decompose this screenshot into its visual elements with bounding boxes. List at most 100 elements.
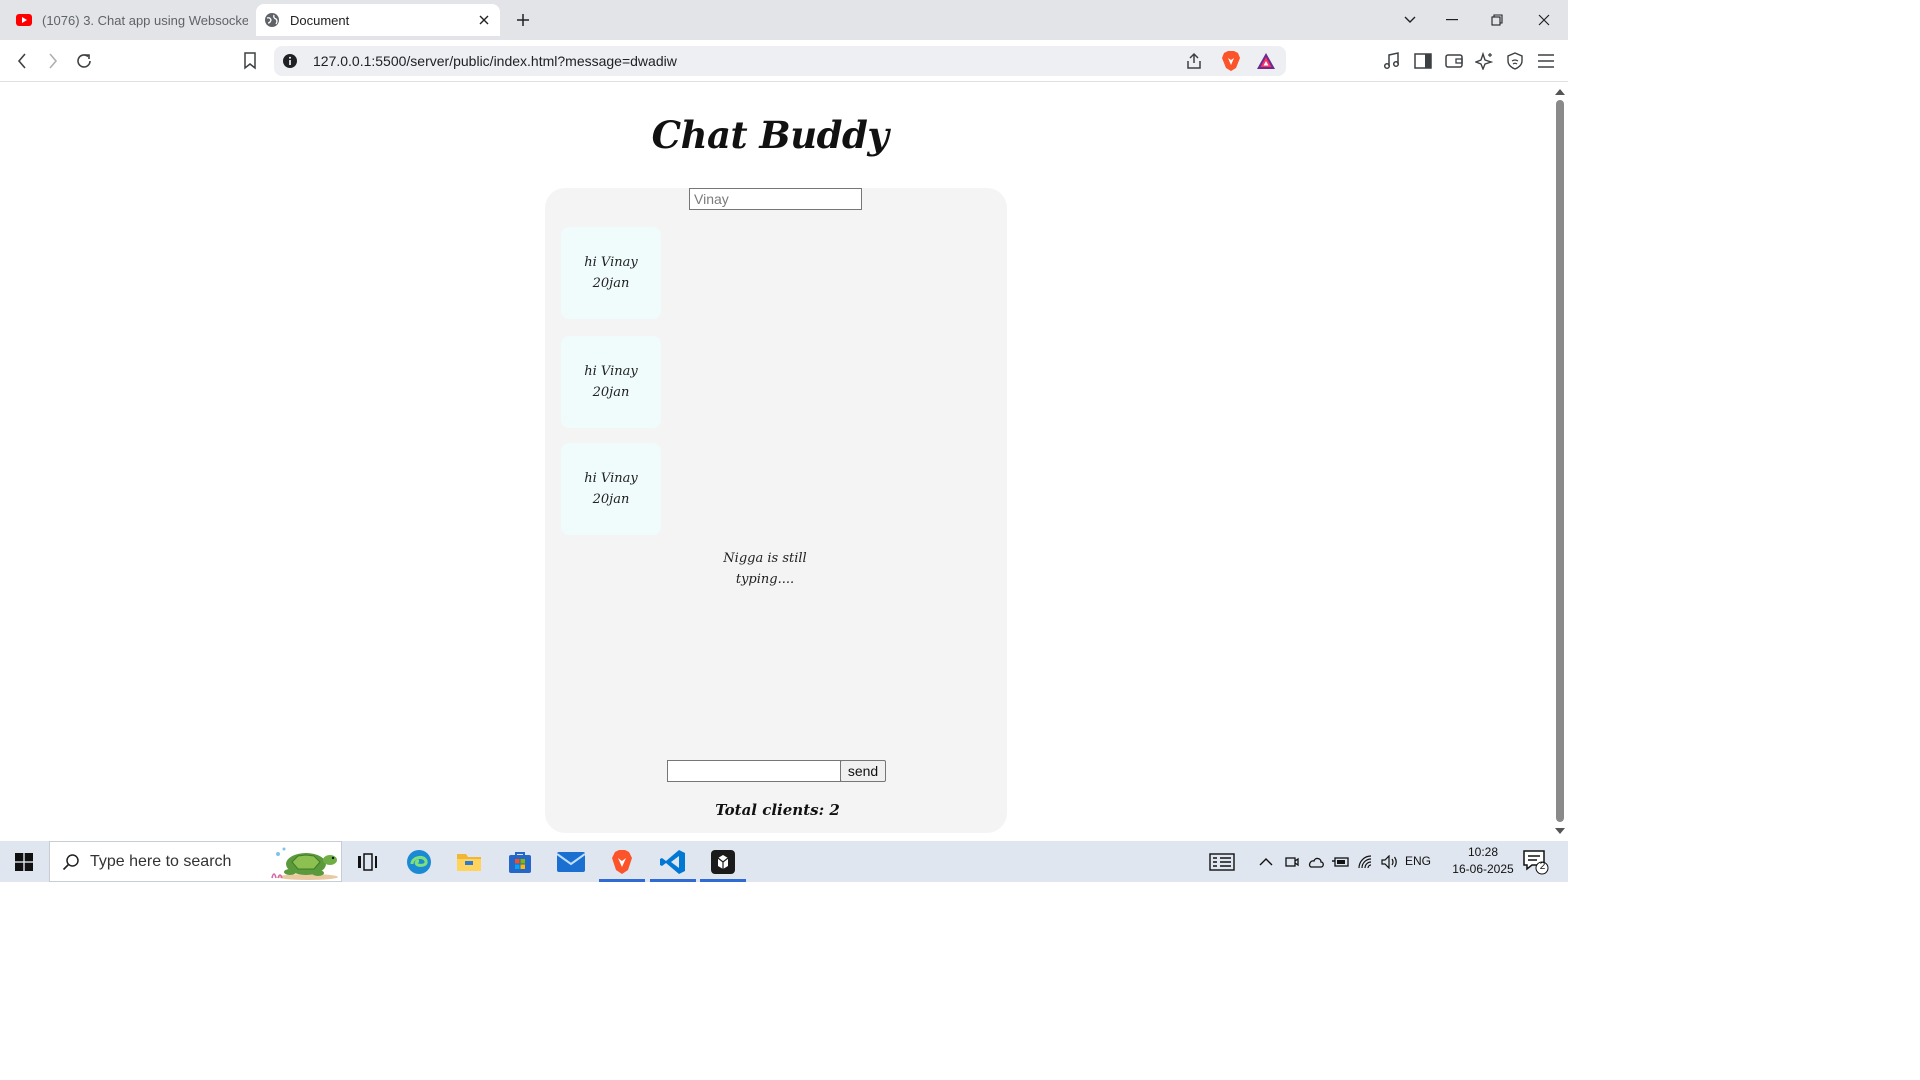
camera-icon bbox=[1285, 857, 1299, 867]
show-hidden-icons-button[interactable] bbox=[1258, 852, 1274, 872]
media-button[interactable] bbox=[1380, 49, 1404, 73]
scroll-up-arrow-icon[interactable] bbox=[1555, 87, 1565, 97]
wallet-icon bbox=[1445, 54, 1463, 68]
scrollbar-thumb[interactable] bbox=[1556, 100, 1564, 822]
message-input[interactable] bbox=[667, 760, 841, 782]
bookmark-icon bbox=[244, 52, 256, 70]
globe-icon bbox=[265, 13, 279, 27]
message-date: 20jan bbox=[592, 276, 630, 291]
taskbar-vscode[interactable] bbox=[650, 843, 696, 882]
chat-message: hi Vinay 20jan bbox=[561, 443, 661, 535]
sidebar-icon bbox=[1414, 53, 1432, 69]
tray-volume-button[interactable] bbox=[1380, 852, 1400, 872]
windows-logo-icon bbox=[15, 852, 33, 871]
menu-button[interactable] bbox=[1534, 49, 1558, 73]
chevron-up-icon bbox=[1259, 858, 1273, 866]
forward-arrow-icon bbox=[49, 53, 58, 69]
typing-indicator: Nigga is still typing.... bbox=[715, 548, 815, 590]
typing-indicator-line: typing.... bbox=[735, 572, 795, 587]
taskbar: Type here to search ENG 10:28 16-06-2025… bbox=[0, 841, 1568, 882]
page-viewport: Chat Buddy hi Vinay 20jan hi Vinay 20jan… bbox=[0, 83, 1552, 841]
tray-onedrive-button[interactable] bbox=[1306, 852, 1326, 872]
sidebar-button[interactable] bbox=[1411, 49, 1435, 73]
close-tab-icon[interactable] bbox=[474, 10, 494, 30]
notification-count-badge: 2 bbox=[1539, 861, 1546, 872]
tab-title: (1076) 3. Chat app using Websockets bbox=[42, 12, 248, 28]
taskbar-edge[interactable] bbox=[396, 843, 442, 880]
plus-icon bbox=[517, 14, 529, 26]
chat-message: hi Vinay 20jan bbox=[561, 227, 661, 319]
tray-network-button[interactable] bbox=[1357, 852, 1377, 872]
restore-button[interactable] bbox=[1483, 6, 1511, 34]
reload-icon bbox=[77, 54, 91, 68]
store-icon bbox=[509, 851, 531, 873]
tray-meet-button[interactable] bbox=[1284, 852, 1300, 872]
message-text: hi Vinay bbox=[584, 471, 638, 486]
cloud-icon bbox=[1308, 857, 1324, 868]
tab-title: Document bbox=[290, 12, 350, 28]
music-note-icon bbox=[1383, 52, 1400, 70]
wallet-button[interactable] bbox=[1442, 49, 1466, 73]
task-view-button[interactable] bbox=[344, 843, 390, 880]
chat-panel: hi Vinay 20jan hi Vinay 20jan hi Vinay 2… bbox=[545, 188, 1007, 833]
username-input[interactable] bbox=[689, 188, 862, 210]
youtube-icon bbox=[16, 14, 32, 26]
back-button[interactable] bbox=[10, 49, 34, 73]
taskbar-app[interactable] bbox=[700, 843, 746, 882]
scroll-down-arrow-icon[interactable] bbox=[1555, 826, 1565, 836]
clock-date: 16-06-2025 bbox=[1452, 862, 1514, 876]
clock-time: 10:28 bbox=[1467, 845, 1499, 859]
address-bar[interactable]: 127.0.0.1:5500/server/public/index.html?… bbox=[274, 46, 1286, 76]
tab-document[interactable]: Document bbox=[256, 4, 500, 36]
taskbar-clock[interactable]: 10:28 16-06-2025 bbox=[1450, 844, 1516, 878]
typing-indicator-line: Nigga is still bbox=[723, 551, 807, 566]
taskbar-store[interactable] bbox=[497, 843, 543, 880]
taskbar-file-explorer[interactable] bbox=[446, 843, 492, 880]
speaker-icon bbox=[1381, 855, 1397, 869]
brave-rewards-icon[interactable] bbox=[1256, 51, 1276, 76]
tab-search-button[interactable] bbox=[1396, 6, 1424, 34]
close-window-button[interactable] bbox=[1530, 6, 1558, 34]
folder-icon bbox=[457, 853, 481, 871]
task-view-icon bbox=[358, 852, 377, 871]
shield-icon bbox=[1507, 52, 1523, 70]
send-button[interactable]: send bbox=[840, 760, 886, 782]
tab-youtube[interactable]: (1076) 3. Chat app using Websockets bbox=[8, 4, 248, 36]
minimize-button[interactable] bbox=[1438, 6, 1466, 34]
vpn-button[interactable] bbox=[1503, 49, 1527, 73]
tray-battery-button[interactable] bbox=[1331, 852, 1351, 872]
wifi-icon bbox=[1358, 855, 1372, 869]
message-date: 20jan bbox=[592, 492, 630, 507]
taskbar-brave[interactable] bbox=[599, 843, 645, 882]
vertical-scrollbar[interactable] bbox=[1552, 83, 1568, 841]
message-text: hi Vinay bbox=[584, 255, 638, 270]
battery-icon bbox=[1332, 857, 1349, 867]
tab-strip: (1076) 3. Chat app using Websockets Docu… bbox=[0, 0, 1568, 40]
page-title: Chat Buddy bbox=[651, 113, 889, 157]
sparkle-icon bbox=[1475, 52, 1493, 70]
chat-message: hi Vinay 20jan bbox=[561, 336, 661, 428]
url-text: 127.0.0.1:5500/server/public/index.html?… bbox=[313, 53, 677, 69]
hamburger-menu-icon bbox=[1538, 54, 1554, 68]
restore-icon bbox=[1491, 14, 1503, 26]
vscode-icon bbox=[660, 849, 685, 874]
reload-button[interactable] bbox=[72, 49, 96, 73]
share-icon[interactable] bbox=[1184, 51, 1204, 76]
leo-ai-button[interactable] bbox=[1472, 49, 1496, 73]
input-language-indicator[interactable]: ENG bbox=[1405, 854, 1431, 868]
brave-shields-icon[interactable] bbox=[1221, 50, 1241, 77]
bookmark-button[interactable] bbox=[238, 49, 262, 73]
forward-button[interactable] bbox=[41, 49, 65, 73]
dark-app-icon bbox=[711, 849, 735, 874]
keyboard-icon bbox=[1209, 853, 1235, 871]
minimize-icon bbox=[1446, 19, 1458, 21]
mail-icon bbox=[557, 851, 585, 872]
site-info-icon[interactable] bbox=[282, 53, 298, 69]
start-button[interactable] bbox=[0, 841, 48, 882]
search-icon bbox=[62, 854, 79, 871]
new-tab-button[interactable] bbox=[510, 8, 536, 32]
taskbar-search-box[interactable]: Type here to search bbox=[49, 841, 342, 882]
notification-center-button[interactable]: 2 bbox=[1522, 849, 1550, 875]
keyboard-layout-button[interactable] bbox=[1208, 852, 1236, 872]
taskbar-mail[interactable] bbox=[548, 843, 594, 880]
